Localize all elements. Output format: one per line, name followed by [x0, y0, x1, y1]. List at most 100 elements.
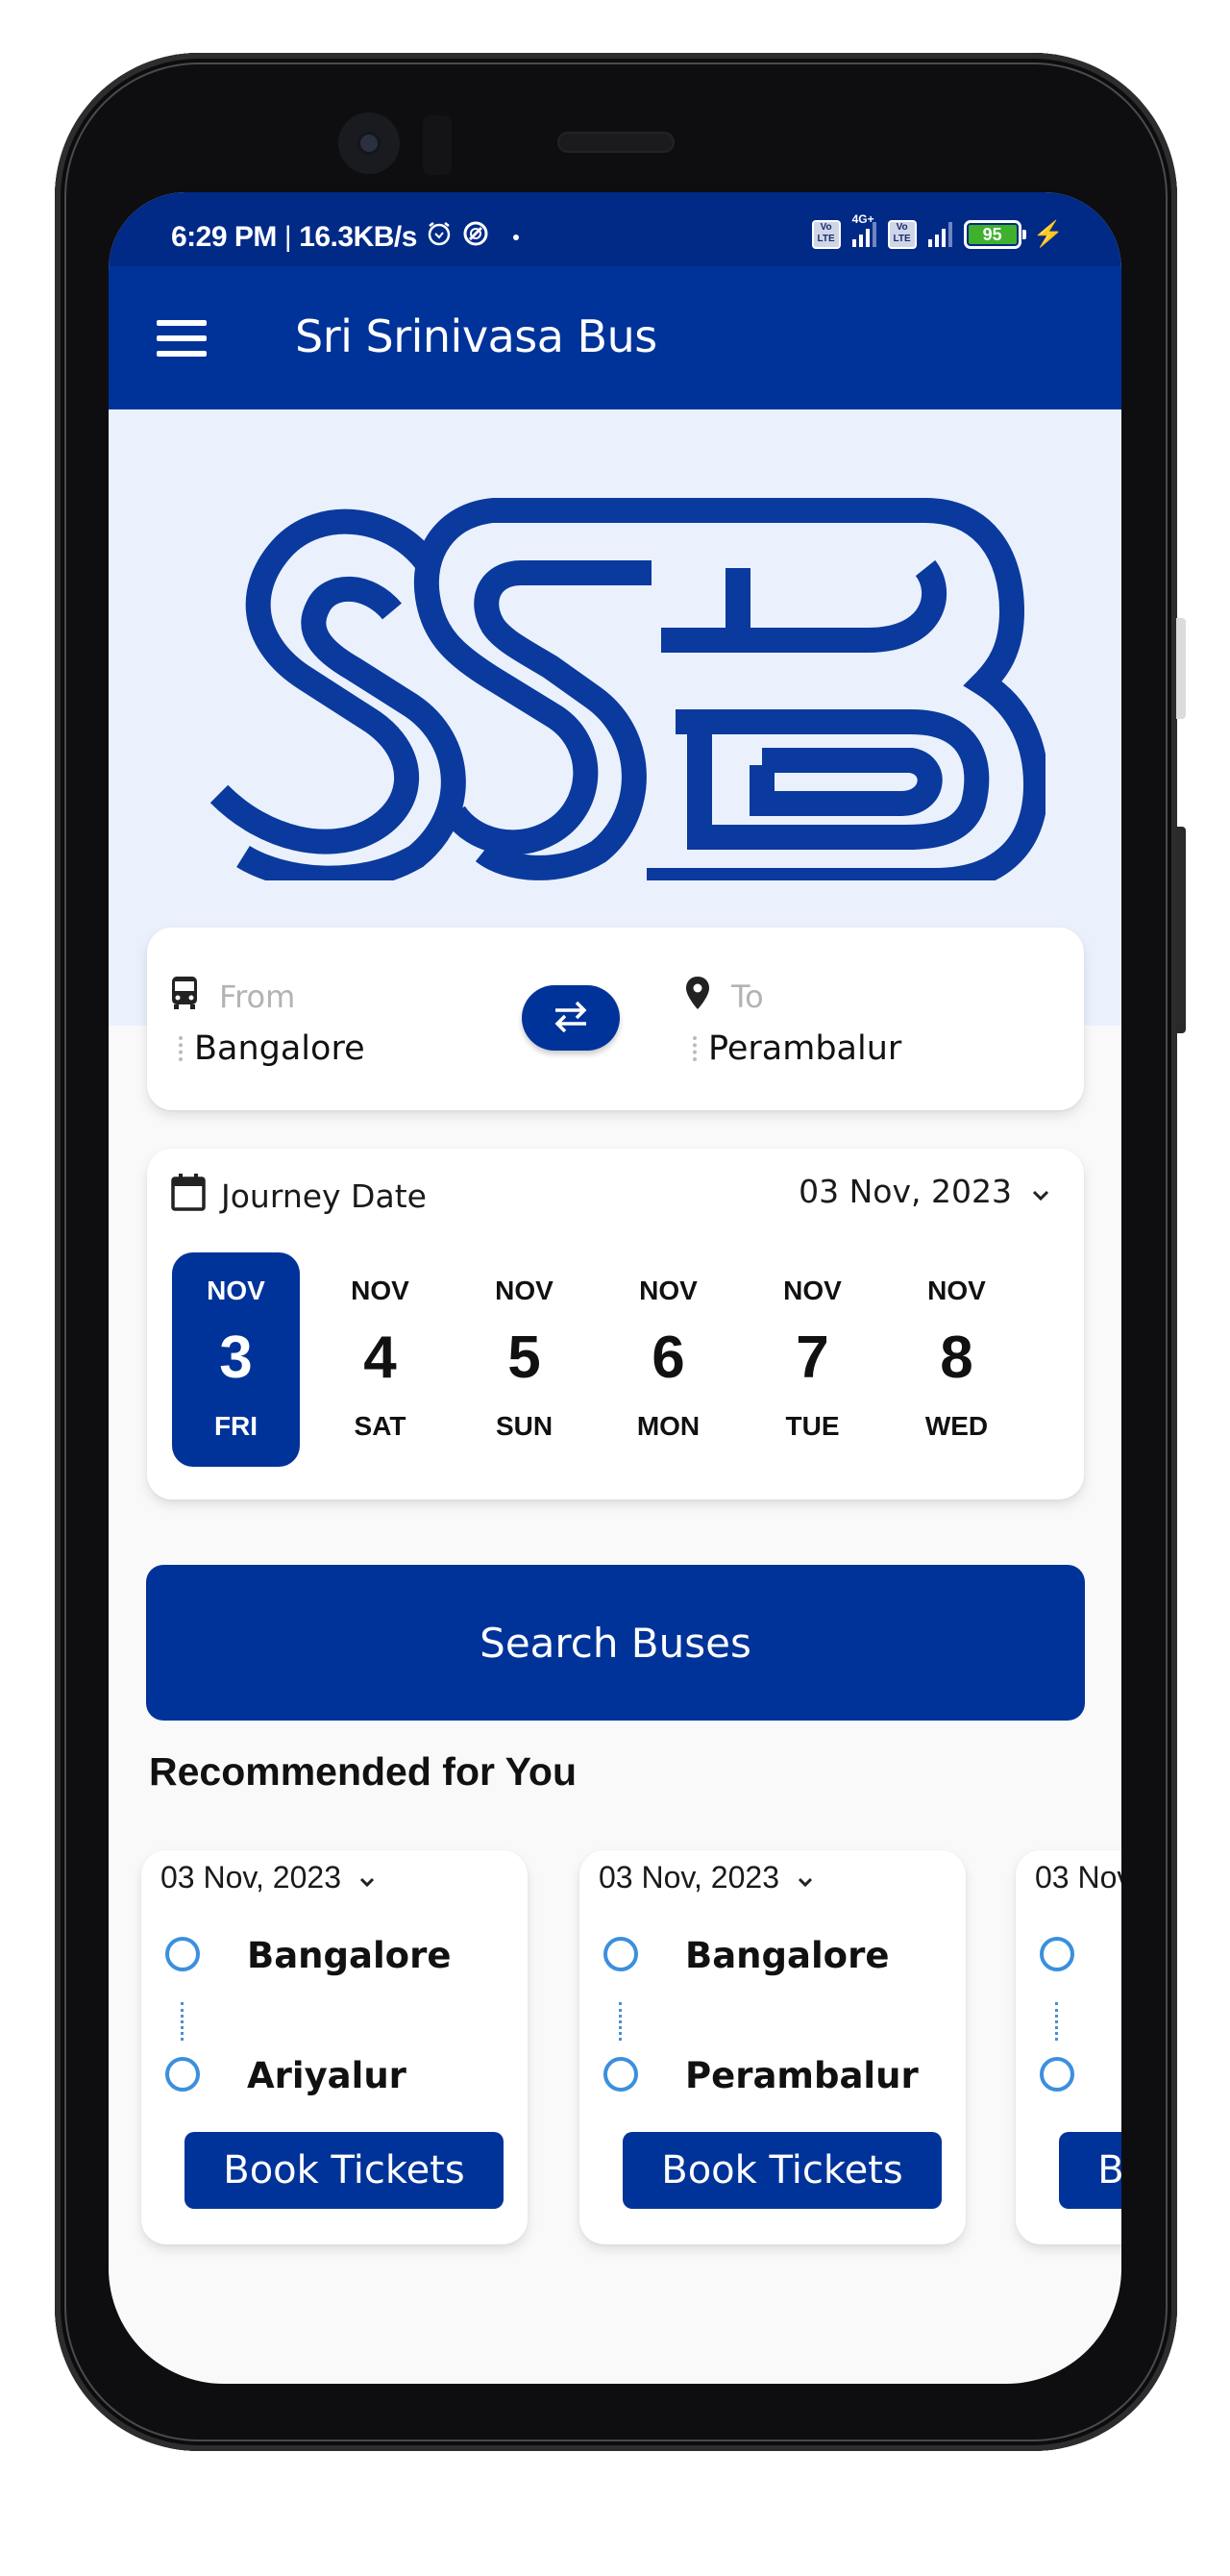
chevron-down-icon	[358, 1860, 376, 1895]
card-date-dropdown[interactable]: 03 Nov, 2023	[1035, 1860, 1121, 1895]
journey-date-header: Journey Date	[171, 1173, 427, 1219]
signal-icon: 4G+	[851, 212, 876, 247]
dotted-connector	[693, 1036, 697, 1061]
date-weekday: WED	[924, 1411, 989, 1441]
origin-city: Bangalore	[247, 1935, 452, 1976]
date-month: NOV	[495, 1276, 554, 1305]
swap-arrows-icon	[552, 1000, 590, 1037]
app-title: Sri Srinivasa Bus	[295, 310, 657, 362]
destination-city: Ariyalur	[247, 2055, 406, 2096]
notification-dot-icon	[512, 235, 519, 240]
date-month: NOV	[927, 1276, 986, 1305]
location-pin-icon	[685, 976, 710, 1018]
date-weekday: TUE	[785, 1411, 840, 1441]
calendar-icon	[171, 1173, 206, 1219]
card-date: 03 Nov, 2023	[599, 1860, 779, 1895]
date-option[interactable]: NOV 6 MON	[604, 1252, 732, 1467]
book-tickets-button[interactable]: Book Tickets	[623, 2132, 942, 2209]
card-date: 03 Nov, 2023	[1035, 1860, 1121, 1895]
dotted-connector	[179, 1036, 183, 1061]
journey-date-card: Journey Date 03 Nov, 2023 NOV 3 FRI NOV …	[147, 1149, 1084, 1499]
volte-icon: Vo LTE	[811, 219, 841, 249]
book-tickets-button[interactable]: Book Tickets	[184, 2132, 504, 2209]
destination-circle-icon	[603, 2057, 638, 2092]
origin-circle-icon	[603, 1937, 638, 1971]
phone-screen: 6:29 PM | 16.3KB/s Vo LTE 4G+ Vo LTE 95 ⚡	[109, 192, 1121, 2384]
origin-city: Bangalore	[685, 1935, 890, 1976]
volume-button	[1176, 618, 1186, 719]
recommended-carousel[interactable]: 03 Nov, 2023 Bangalore Ariyalur Book Tic…	[141, 1850, 1121, 2254]
chevron-down-icon	[1031, 1173, 1050, 1210]
alarm-icon	[425, 219, 454, 256]
recommended-heading: Recommended for You	[149, 1749, 577, 1794]
destination-circle-icon	[1040, 2057, 1074, 2092]
ssb-logo	[209, 498, 1046, 880]
date-month: NOV	[783, 1276, 842, 1305]
to-field[interactable]: To Perambalur	[685, 976, 901, 1068]
recommended-card: 03 Nov, 2023 Book Tickets	[1016, 1850, 1121, 2244]
network-speed: 16.3KB/s	[299, 221, 417, 253]
date-picker-dropdown[interactable]: 03 Nov, 2023	[799, 1173, 1050, 1210]
data-saver-icon	[461, 219, 490, 256]
date-month: NOV	[207, 1276, 265, 1305]
date-option[interactable]: NOV 4 SAT	[316, 1252, 444, 1467]
search-buses-button[interactable]: Search Buses	[146, 1565, 1085, 1721]
status-bar: 6:29 PM | 16.3KB/s Vo LTE 4G+ Vo LTE 95 ⚡	[109, 192, 1121, 266]
charging-icon: ⚡	[1032, 219, 1064, 248]
bus-icon	[171, 976, 198, 1018]
status-left: 6:29 PM | 16.3KB/s	[171, 219, 519, 256]
to-label: To	[731, 978, 764, 1015]
status-time: 6:29 PM	[171, 221, 277, 253]
date-weekday: SAT	[354, 1411, 406, 1441]
origin-circle-icon	[1040, 1937, 1074, 1971]
battery-level: 95	[968, 224, 1017, 244]
status-separator: |	[283, 221, 292, 253]
date-option[interactable]: NOV 5 SUN	[460, 1252, 588, 1467]
date-day: 8	[940, 1325, 973, 1391]
date-option[interactable]: NOV 8 WED	[893, 1252, 1021, 1467]
recommended-card: 03 Nov, 2023 Bangalore Ariyalur Book Tic…	[141, 1850, 528, 2244]
volte-icon-sim2: Vo LTE	[887, 219, 917, 249]
hamburger-menu-icon[interactable]	[157, 320, 207, 357]
date-day: 3	[219, 1325, 253, 1391]
from-field[interactable]: From Bangalore	[171, 976, 365, 1068]
date-strip: NOV 3 FRI NOV 4 SAT NOV 5 SUN NOV 6 MON …	[172, 1252, 1021, 1467]
signal-icon-sim2	[927, 221, 952, 247]
power-button	[1176, 827, 1186, 1033]
card-date-dropdown[interactable]: 03 Nov, 2023	[160, 1860, 376, 1895]
date-option[interactable]: NOV 7 TUE	[749, 1252, 876, 1467]
date-option[interactable]: NOV 3 FRI	[172, 1252, 300, 1467]
swap-route-button[interactable]	[522, 985, 620, 1051]
date-month: NOV	[639, 1276, 698, 1305]
from-value: Bangalore	[194, 1029, 365, 1068]
front-camera	[338, 112, 400, 174]
date-weekday: MON	[636, 1411, 701, 1441]
route-card: From Bangalore To Perambalur	[147, 928, 1084, 1110]
chevron-down-icon	[797, 1860, 814, 1895]
origin-circle-icon	[165, 1937, 200, 1971]
network-type-label: 4G+	[851, 211, 874, 226]
date-month: NOV	[351, 1276, 409, 1305]
destination-circle-icon	[165, 2057, 200, 2092]
date-day: 6	[652, 1325, 685, 1391]
app-bar: Sri Srinivasa Bus	[109, 266, 1121, 409]
to-value: Perambalur	[708, 1029, 902, 1068]
recommended-card: 03 Nov, 2023 Bangalore Perambalur Book T…	[579, 1850, 966, 2244]
date-weekday: FRI	[213, 1411, 258, 1441]
card-date: 03 Nov, 2023	[160, 1860, 341, 1895]
date-day: 7	[796, 1325, 829, 1391]
battery-icon: 95	[963, 219, 1026, 249]
earpiece-speaker	[557, 132, 675, 153]
from-label: From	[219, 978, 296, 1015]
route-dotted-line	[181, 2002, 184, 2041]
status-right: Vo LTE 4G+ Vo LTE 95 ⚡	[811, 212, 1064, 249]
selected-date: 03 Nov, 2023	[799, 1173, 1012, 1210]
date-day: 4	[363, 1325, 397, 1391]
route-dotted-line	[619, 2002, 622, 2041]
route-dotted-line	[1055, 2002, 1058, 2041]
card-date-dropdown[interactable]: 03 Nov, 2023	[599, 1860, 814, 1895]
journey-date-label: Journey Date	[221, 1177, 427, 1215]
proximity-sensor	[423, 115, 452, 175]
date-weekday: SUN	[495, 1411, 554, 1441]
book-tickets-button[interactable]: Book Tickets	[1059, 2132, 1121, 2209]
